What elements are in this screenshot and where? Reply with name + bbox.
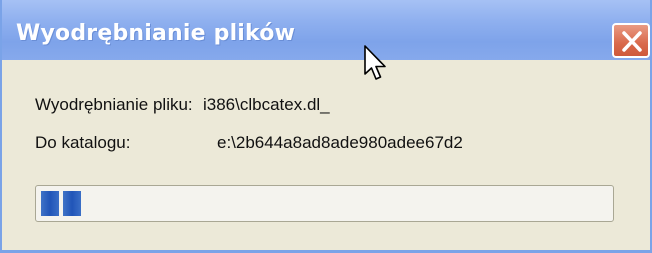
target-dir-value: e:\2b644a8ad8ade980adee67d2 xyxy=(217,133,463,152)
mouse-pointer-icon xyxy=(363,44,387,89)
dialog-body: Wyodrębnianie pliku: i386\clbcatex.dl_ D… xyxy=(2,60,650,250)
window-title: Wyodrębnianie plików xyxy=(16,21,296,46)
close-icon xyxy=(622,31,642,52)
extract-dialog: Wyodrębnianie plików Wyodrębnianie pliku… xyxy=(0,0,652,253)
progress-bar xyxy=(35,185,614,222)
progress-segment xyxy=(63,191,81,216)
title-bar[interactable]: Wyodrębnianie plików xyxy=(2,0,650,60)
progress-segment xyxy=(41,191,59,216)
extract-file-value: i386\clbcatex.dl_ xyxy=(203,95,330,114)
close-button[interactable] xyxy=(612,23,650,58)
extract-file-label: Wyodrębnianie pliku: xyxy=(35,95,193,114)
target-dir-label: Do katalogu: xyxy=(35,133,131,152)
progress-fill xyxy=(41,191,81,216)
